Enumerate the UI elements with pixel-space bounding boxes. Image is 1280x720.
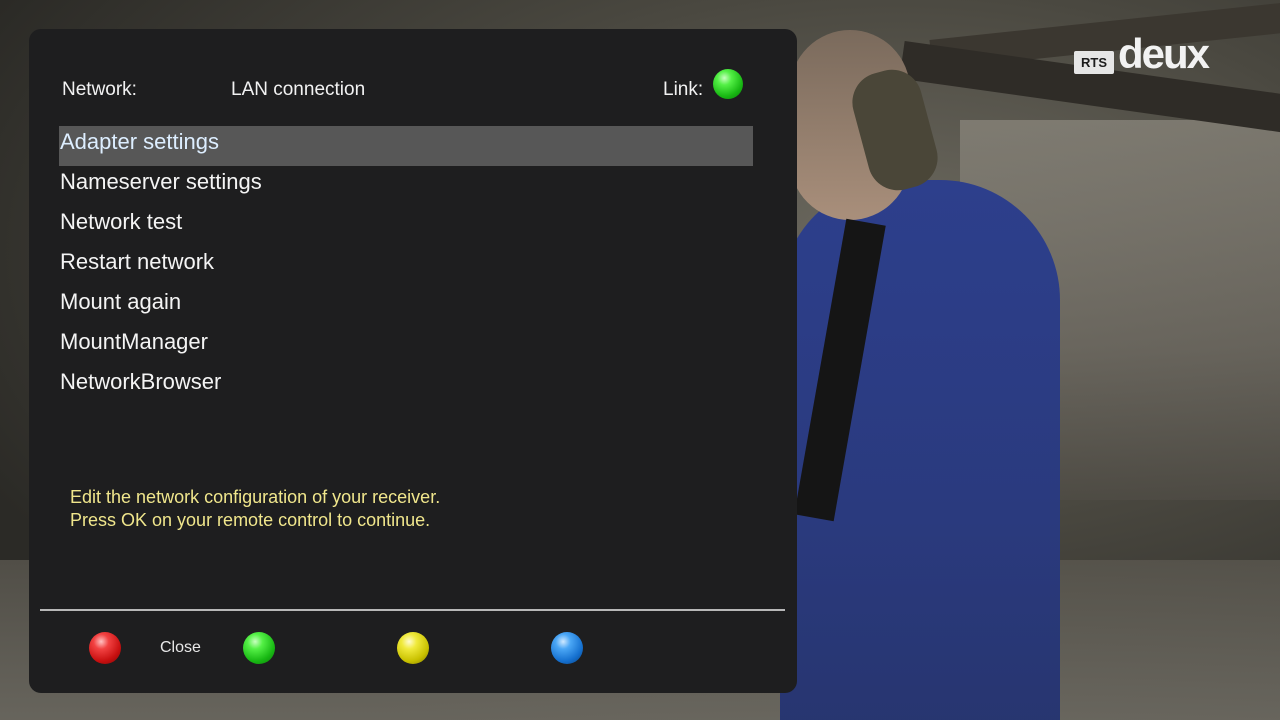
menu-item-restart-network[interactable]: Restart network [59,246,753,286]
menu-item-adapter-settings[interactable]: Adapter settings [59,126,753,166]
menu-item-mountmanager[interactable]: MountManager [59,326,753,366]
blue-button-icon[interactable] [551,632,583,664]
network-menu: Adapter settings Nameserver settings Net… [59,126,753,406]
network-setup-panel: Network: LAN connection Link: Adapter se… [29,29,797,693]
help-text: Edit the network configuration of your r… [70,486,440,532]
menu-item-network-test[interactable]: Network test [59,206,753,246]
connection-type: LAN connection [231,79,366,100]
green-button-icon[interactable] [243,632,275,664]
link-status-indicator [713,69,743,99]
red-button-icon[interactable] [89,632,121,664]
channel-logo-deux: deux [1118,30,1210,77]
menu-item-networkbrowser[interactable]: NetworkBrowser [59,366,753,406]
network-label: Network: [62,79,137,100]
menu-item-mount-again[interactable]: Mount again [59,286,753,326]
help-line-2: Press OK on your remote control to conti… [70,510,431,530]
help-line-1: Edit the network configuration of your r… [70,487,441,507]
channel-logo: RTS deux [1074,30,1212,78]
red-button-label[interactable]: Close [160,639,201,657]
channel-logo-rts: RTS [1074,51,1114,74]
menu-item-nameserver-settings[interactable]: Nameserver settings [59,166,753,206]
link-label: Link: [663,79,704,100]
yellow-button-icon[interactable] [397,632,429,664]
footer-divider [40,609,785,611]
